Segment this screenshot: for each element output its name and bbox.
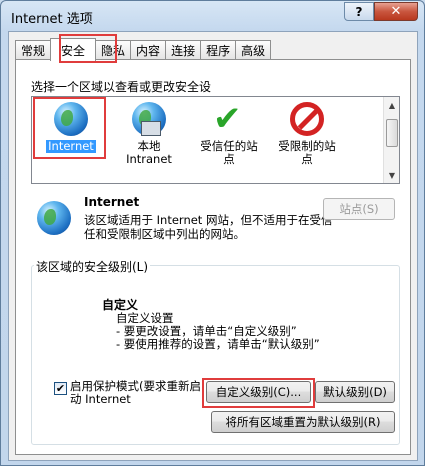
zone-local-intranet[interactable]: 本地 Intranet [112,101,186,166]
internet-options-window: Internet 选项 ? ✕ 常规 安全 隐私 内容 连接 程序 高级 选择一… [0,0,425,466]
help-icon: ? [355,4,363,19]
zone-description-title: Internet [84,195,140,209]
zone-label: 受信任的站 点 [200,139,258,166]
sites-button[interactable]: 站点(S) [323,198,395,220]
internet-zone-annotation [33,97,106,159]
help-button[interactable]: ? [344,2,374,21]
protected-mode-checkbox[interactable]: ✔ [54,382,67,395]
zone-trusted-sites[interactable]: ✔ 受信任的站 点 [192,101,266,166]
scroll-up-icon[interactable]: ▲ [384,97,400,113]
dialog-client-area: 常规 安全 隐私 内容 连接 程序 高级 选择一个区域以查看或更改安全设 Int… [8,31,418,461]
tab-strip: 常规 安全 隐私 内容 连接 程序 高级 [15,38,272,61]
security-tab-page: 选择一个区域以查看或更改安全设 Internet 本地 Intranet ✔ 受… [15,59,411,455]
security-level-description: 自定义设置 - 要更改设置，请单击“自定义级别” - 要使用推荐的设置，请单击“… [116,312,320,351]
security-level-group-label: 该区域的安全级别(L) [34,258,151,275]
security-level-line: - 要使用推荐的设置，请单击“默认级别” [116,337,320,351]
tab-general[interactable]: 常规 [15,40,52,60]
custom-level-annotation [202,378,315,408]
restricted-sites-icon [289,101,325,137]
close-icon: ✕ [390,4,402,19]
zone-label: 受限制的站 点 [278,139,336,166]
tab-connections[interactable]: 连接 [165,40,202,60]
zone-list-scrollbar[interactable]: ▲ ▼ [383,97,399,183]
zone-list-caption: 选择一个区域以查看或更改安全设 [31,80,212,94]
default-level-button[interactable]: 默认级别(D) [315,381,395,403]
zone-label: 本地 Intranet [126,139,172,166]
tab-programs[interactable]: 程序 [200,40,237,60]
close-button[interactable]: ✕ [374,2,418,21]
scroll-thumb[interactable] [386,119,398,147]
title-buttons: ? ✕ [344,2,418,21]
zone-restricted-sites[interactable]: 受限制的站 点 [270,101,344,166]
checkmark-icon: ✔ [55,382,66,395]
zone-description-text: 该区域适用于 Internet 网站，但不适用于在受信任和受限制区域中列出的网站… [84,213,333,241]
window-title: Internet 选项 [11,12,93,27]
reset-all-zones-button[interactable]: 将所有区域重置为默认级别(R) [211,411,395,433]
trusted-sites-icon: ✔ [213,99,242,139]
title-bar[interactable]: Internet 选项 ? ✕ [1,1,424,31]
tab-content[interactable]: 内容 [130,40,167,60]
zone-description-globe-icon [36,200,72,236]
zone-list: Internet 本地 Intranet ✔ 受信任的站 点 受限制的站 点 ▲ [31,96,400,184]
intranet-icon [131,101,167,137]
tab-advanced[interactable]: 高级 [235,40,272,60]
protected-mode-label[interactable]: 启用保护模式(要求重新启动 Internet [70,380,205,406]
scroll-down-icon[interactable]: ▼ [384,167,400,183]
security-tab-annotation [59,34,117,63]
